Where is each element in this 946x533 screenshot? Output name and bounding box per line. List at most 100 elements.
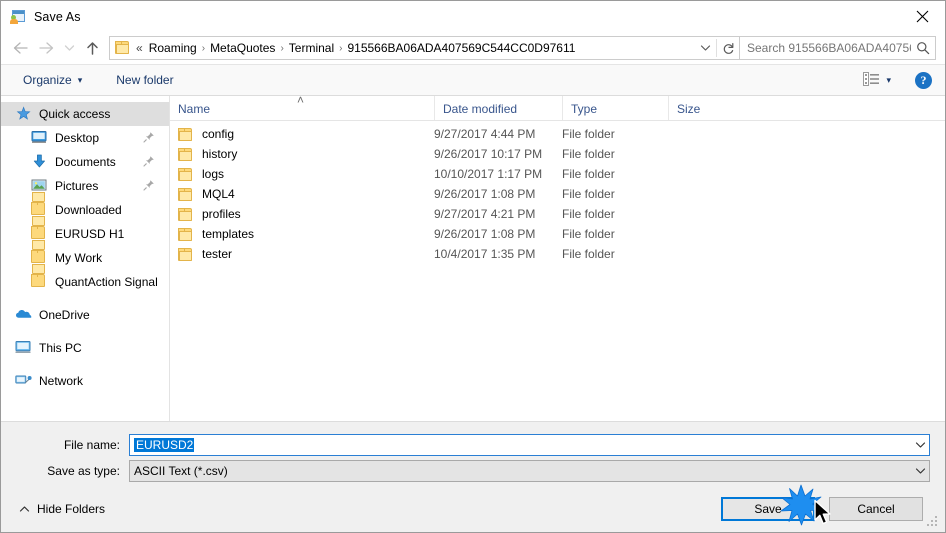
help-button[interactable]: ?	[915, 71, 932, 89]
sidebar-item-label: Network	[39, 374, 84, 388]
file-date-cell: 9/27/2017 4:21 PM	[434, 207, 536, 221]
table-row[interactable]: MQL4 9/26/2017 1:08 PM File folder	[170, 184, 945, 204]
save-button[interactable]: Save	[721, 497, 815, 521]
save-as-type-label: Save as type:	[47, 464, 120, 478]
sort-ascending-icon: ˄	[297, 93, 305, 107]
command-bar: Organize ▾ New folder ▾ ?	[1, 64, 945, 96]
monitor-icon	[31, 130, 48, 146]
table-row[interactable]: logs 10/10/2017 1:17 PM File folder	[170, 164, 945, 184]
file-type-cell: File folder	[562, 147, 615, 161]
folder-icon	[178, 127, 194, 141]
sidebar-item-label: This PC	[39, 341, 82, 355]
column-header-type[interactable]: Type	[562, 96, 668, 120]
file-name-value-wrap: EURUSD2	[130, 438, 912, 452]
folder-icon	[31, 264, 48, 290]
file-date-cell: 9/26/2017 1:08 PM	[434, 187, 536, 201]
file-name-label: logs	[202, 167, 225, 181]
file-type-cell: File folder	[562, 227, 615, 241]
breadcrumb-item-3[interactable]: 915566BA06ADA407569C544CC0D97611	[344, 41, 578, 55]
breadcrumb-separator-icon: ›	[201, 42, 206, 54]
sidebar-item-my-work[interactable]: My Work	[1, 240, 169, 270]
sidebar-item-documents[interactable]: Documents	[1, 150, 169, 174]
file-name-cell: config	[170, 127, 434, 141]
sidebar-item-onedrive[interactable]: OneDrive	[1, 303, 169, 327]
resize-grip[interactable]	[927, 516, 939, 528]
table-row[interactable]: templates 9/26/2017 1:08 PM File folder	[170, 224, 945, 244]
up-button[interactable]	[79, 35, 105, 61]
sidebar-item-quantaction-signal[interactable]: QuantAction Signal	[1, 264, 169, 294]
column-header-type-label: Type	[571, 102, 598, 116]
file-name-chevron-down-icon[interactable]	[912, 441, 929, 449]
pin-icon[interactable]	[143, 179, 155, 191]
file-date-cell: 9/27/2017 4:44 PM	[434, 127, 536, 141]
column-header-date-label: Date modified	[443, 102, 518, 116]
dialog-footer: Hide Folders Save Cancel	[1, 486, 945, 532]
sidebar-item-quick-access[interactable]: Quick access	[1, 102, 169, 126]
file-name-cell: tester	[170, 247, 434, 261]
file-name-cell: MQL4	[170, 187, 434, 201]
table-row[interactable]: config 9/27/2017 4:44 PM File folder	[170, 124, 945, 144]
sidebar-item-label: OneDrive	[39, 308, 90, 322]
cancel-button[interactable]: Cancel	[829, 497, 923, 521]
refresh-icon[interactable]	[717, 37, 739, 59]
recent-locations-chevron-down-icon[interactable]	[59, 35, 79, 61]
sidebar-item-downloaded[interactable]: Downloaded	[1, 192, 169, 222]
sidebar-item-label: My Work	[55, 251, 103, 265]
folder-icon	[178, 147, 194, 161]
search-box[interactable]: Search 915566BA06ADA40756...	[740, 36, 936, 60]
sidebar-item-label: EURUSD H1	[55, 227, 125, 241]
sidebar-item-eurusd-h1[interactable]: EURUSD H1	[1, 216, 169, 246]
sidebar-item-label: QuantAction Signal	[55, 275, 158, 289]
breadcrumb-item-2[interactable]: Terminal	[286, 41, 337, 55]
hide-folders-button[interactable]: Hide Folders	[19, 502, 105, 516]
file-name-label: templates	[202, 227, 255, 241]
file-type-cell: File folder	[562, 247, 615, 261]
breadcrumb-separator-icon: ›	[339, 42, 343, 54]
file-name-label: tester	[202, 247, 233, 261]
close-icon[interactable]	[899, 1, 945, 31]
view-options-button[interactable]: ▾	[857, 70, 897, 91]
save-form: File name: EURUSD2 Save as type: ASCII T…	[1, 422, 945, 486]
breadcrumb-item-0[interactable]: Roaming	[146, 41, 200, 55]
address-bar[interactable]: « Roaming › MetaQuotes › Terminal › 9155…	[109, 36, 740, 60]
folder-icon	[178, 247, 194, 261]
table-row[interactable]: profiles 9/27/2017 4:21 PM File folder	[170, 204, 945, 224]
pin-icon[interactable]	[143, 155, 155, 167]
file-name-value: EURUSD2	[134, 438, 195, 452]
sidebar-item-network[interactable]: Network	[1, 369, 169, 393]
pin-icon[interactable]	[143, 131, 155, 143]
column-header-row: Name ˄ Date modified Type Size	[170, 93, 945, 121]
star-icon	[15, 106, 32, 122]
new-folder-button[interactable]: New folder	[110, 70, 179, 90]
table-row[interactable]: history 9/26/2017 10:17 PM File folder	[170, 144, 945, 164]
breadcrumb-item-1[interactable]: MetaQuotes	[207, 41, 278, 55]
search-input[interactable]: Search 915566BA06ADA40756...	[740, 41, 911, 55]
column-header-name[interactable]: Name ˄	[170, 93, 434, 120]
save-as-type-chevron-down-icon[interactable]	[912, 467, 929, 475]
column-header-size[interactable]: Size	[668, 96, 752, 120]
table-row[interactable]: tester 10/4/2017 1:35 PM File folder	[170, 244, 945, 264]
network-icon	[15, 373, 32, 389]
window-title: Save As	[34, 9, 81, 24]
folder-icon	[178, 187, 194, 201]
save-as-app-icon	[10, 9, 26, 25]
sidebar-item-pictures[interactable]: Pictures	[1, 174, 169, 198]
save-as-type-value: ASCII Text (*.csv)	[134, 464, 228, 478]
sidebar-item-this-pc[interactable]: This PC	[1, 336, 169, 360]
sidebar-item-label: Downloaded	[55, 203, 122, 217]
file-name-input[interactable]: EURUSD2	[129, 434, 930, 456]
navigation-pane: Quick access Desktop Documents Pictures …	[1, 96, 170, 421]
forward-button[interactable]	[33, 35, 59, 61]
organize-button[interactable]: Organize ▾	[17, 70, 88, 90]
sidebar-item-desktop[interactable]: Desktop	[1, 126, 169, 150]
address-dropdown-chevron-down-icon[interactable]	[694, 37, 716, 59]
dialog-body: Quick access Desktop Documents Pictures …	[1, 93, 945, 422]
download-arrow-icon	[31, 154, 48, 170]
new-folder-label: New folder	[116, 73, 174, 87]
file-date-cell: 9/26/2017 1:08 PM	[434, 227, 536, 241]
back-button[interactable]	[7, 35, 33, 61]
file-name-label: history	[202, 147, 238, 161]
save-as-type-select[interactable]: ASCII Text (*.csv)	[129, 460, 930, 482]
file-name-cell: templates	[170, 227, 434, 241]
column-header-date-modified[interactable]: Date modified	[434, 96, 562, 120]
